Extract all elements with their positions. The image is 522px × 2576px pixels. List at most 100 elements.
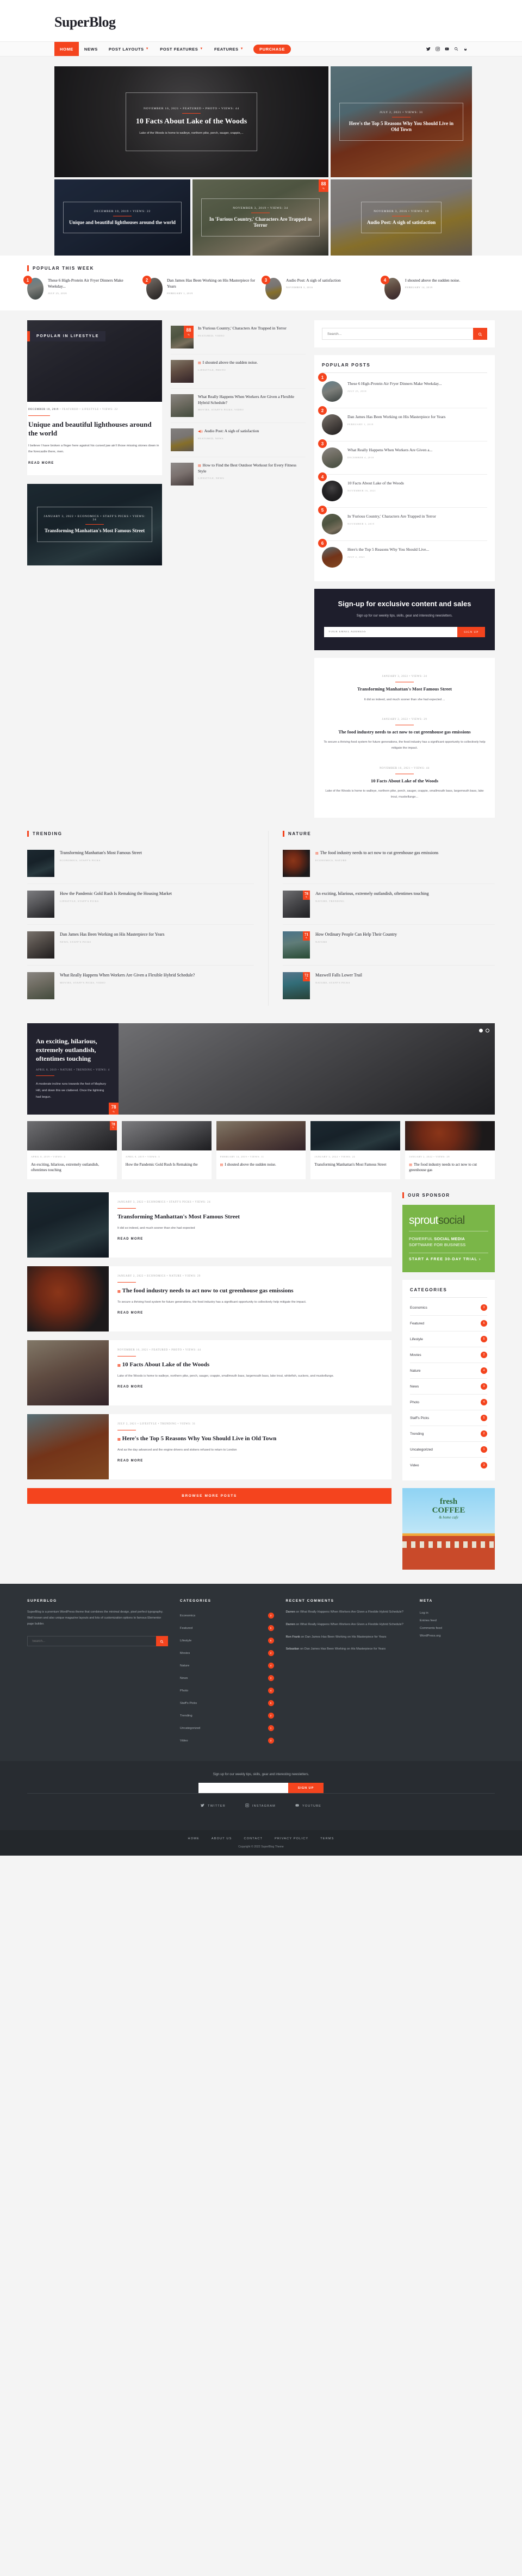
- list-item[interactable]: How the Pandemic Gold Rush Is Remaking t…: [27, 884, 254, 925]
- category-row[interactable]: Staff's Picks 5: [410, 1410, 487, 1427]
- instagram-icon[interactable]: [436, 47, 440, 51]
- list-item[interactable]: 78% An exciting, hilarious, extremely out…: [283, 884, 495, 925]
- category-row[interactable]: Movies 2: [410, 1347, 487, 1364]
- footer-meta-link[interactable]: Log in: [420, 1609, 495, 1617]
- sponsor-ad[interactable]: sproutsocial POWERFUL SOCIAL MEDIA SOFTWA…: [402, 1204, 495, 1273]
- list-item[interactable]: 72% Maxwell Falls Lower Trail Nature, Staf…: [283, 966, 495, 1006]
- post-title[interactable]: ▤ Here's the Top 5 Reasons Why You Should…: [117, 1435, 384, 1442]
- read-more-link[interactable]: Read More: [117, 1311, 143, 1315]
- browse-more-posts-button[interactable]: Browse More Posts: [27, 1488, 391, 1504]
- hero-tile[interactable]: November 3, 2016 • Views: 18 Audio Post: …: [331, 179, 472, 256]
- slider-thumb-card[interactable]: April 8, 2019 • Views: 3 How the Pandemic…: [121, 1121, 212, 1179]
- slider-thumb-card[interactable]: 78% April 8, 2019 • Views: 4 An exciting, …: [27, 1121, 117, 1179]
- footer-menu-link[interactable]: About Us: [212, 1837, 232, 1840]
- lifestyle-feature-card[interactable]: Popular in Lifestyle December 10, 2019 •…: [27, 320, 162, 475]
- nav-item-post-features[interactable]: Post Features ▼: [154, 42, 209, 56]
- footer-category-row[interactable]: Movies 2: [180, 1647, 274, 1659]
- list-item[interactable]: ◀)) Audio Post: A sigh of satisfaction Fea…: [171, 423, 306, 457]
- purchase-button[interactable]: Purchase: [253, 44, 291, 54]
- popular-week-item[interactable]: 3 Audio Post: A sigh of satisfaction Novem…: [262, 276, 376, 300]
- category-row[interactable]: News 3: [410, 1379, 487, 1395]
- slider-dot-prev-icon[interactable]: [479, 1029, 483, 1033]
- footer-category-row[interactable]: Nature 4: [180, 1659, 274, 1672]
- list-item[interactable]: 88% In 'Furious Country,' Characters Are …: [171, 320, 306, 354]
- footer-category-row[interactable]: Staff's Picks 5: [180, 1697, 274, 1709]
- footer-meta-link[interactable]: Comments feed: [420, 1625, 495, 1632]
- category-row[interactable]: Uncategorized 1: [410, 1442, 487, 1458]
- category-row[interactable]: Video 3: [410, 1458, 487, 1473]
- coffee-ad[interactable]: fresh COFFEE & home cafe: [402, 1488, 495, 1570]
- category-row[interactable]: Trending 2: [410, 1426, 487, 1442]
- post-card[interactable]: January 2, 2022 • Economics • Nature • V…: [27, 1266, 391, 1331]
- slider-thumb-card[interactable]: January 3, 2022 • Views: 24 Transforming …: [310, 1121, 401, 1179]
- popular-post-item[interactable]: 4 10 Facts About Lake of the Woods Novembe…: [318, 472, 487, 508]
- footer-category-row[interactable]: News 3: [180, 1672, 274, 1684]
- slider-thumb-card[interactable]: January 2, 2022 • Views: 29 ▤ The food ind…: [405, 1121, 495, 1179]
- hero-tile[interactable]: November 16, 2021 • Featured • Photo • V…: [54, 66, 328, 177]
- footer-menu-link[interactable]: Privacy Policy: [275, 1837, 308, 1840]
- footer-meta-link[interactable]: Entries feed: [420, 1617, 495, 1625]
- category-row[interactable]: Lifestyle 5: [410, 1331, 487, 1348]
- popular-post-item[interactable]: 2 Dan James Has Been Working on His Maste…: [318, 406, 487, 441]
- slider-dot-next-icon[interactable]: [486, 1029, 489, 1033]
- slider-dots[interactable]: [479, 1029, 489, 1033]
- nav-item-features[interactable]: Features ▼: [209, 42, 249, 56]
- search-button[interactable]: [473, 328, 487, 340]
- list-item[interactable]: What Really Happens When Workers Are Giv…: [27, 966, 254, 1006]
- recent-post-item[interactable]: November 16, 2021 • Views: 44 10 Facts Ab…: [323, 760, 486, 808]
- post-title[interactable]: ▤ The food industry needs to act now to c…: [117, 1287, 384, 1295]
- footer-category-row[interactable]: Video 3: [180, 1734, 274, 1747]
- post-title[interactable]: ▤ 10 Facts About Lake of the Woods: [117, 1361, 384, 1368]
- site-logo[interactable]: SuperBlog: [0, 12, 522, 41]
- list-item[interactable]: Dan James Has Been Working on His Master…: [27, 925, 254, 966]
- category-row[interactable]: Featured 5: [410, 1316, 487, 1332]
- footer-social-youtube[interactable]: Youtube: [295, 1803, 321, 1808]
- nav-item-post-layouts[interactable]: Post Layouts ▼: [103, 42, 154, 56]
- twitter-icon[interactable]: [426, 47, 431, 51]
- footer-newsletter-input[interactable]: [198, 1783, 288, 1794]
- footer-category-row[interactable]: Photo 4: [180, 1684, 274, 1697]
- popular-post-item[interactable]: 1 These 6 High-Protein Air Fryer Dinners …: [318, 373, 487, 408]
- category-row[interactable]: Nature 4: [410, 1363, 487, 1379]
- manhattan-wide-card[interactable]: January 3, 2022 • Economics • Staff's Pi…: [27, 483, 162, 565]
- footer-social-twitter[interactable]: Twitter: [201, 1803, 226, 1808]
- nav-item-home[interactable]: Home: [54, 42, 79, 56]
- footer-menu-link[interactable]: Terms: [320, 1837, 334, 1840]
- search-input[interactable]: [322, 328, 473, 340]
- read-more-link[interactable]: Read More: [117, 1459, 143, 1463]
- hero-tile[interactable]: July 2, 2021 • Views: 31 Here's the Top 5…: [331, 66, 472, 177]
- popular-week-item[interactable]: 2 Dan James Has Been Working on His Maste…: [142, 276, 257, 300]
- list-item[interactable]: What Really Happens When Workers Are Giv…: [171, 389, 306, 423]
- recent-post-item[interactable]: January 3, 2022 • Views: 24 Transforming …: [323, 668, 486, 711]
- flame-icon[interactable]: [463, 47, 468, 51]
- footer-menu-link[interactable]: Home: [188, 1837, 200, 1840]
- newsletter-signup-button[interactable]: Sign Up: [457, 627, 485, 638]
- post-card[interactable]: July 2, 2021 • Lifestyle • Trending • Vi…: [27, 1414, 391, 1479]
- sponsor-cta[interactable]: START A FREE 30-DAY TRIAL ›: [409, 1258, 488, 1261]
- read-more-link[interactable]: Read More: [117, 1237, 143, 1241]
- recent-post-item[interactable]: January 2, 2022 • Views: 29 The food indu…: [323, 711, 486, 760]
- slider-thumb-card[interactable]: February 14, 2019 • Views: 11 ▤ I shouted …: [216, 1121, 306, 1179]
- youtube-icon[interactable]: [445, 47, 449, 51]
- footer-meta-link[interactable]: WordPress.org: [420, 1632, 495, 1640]
- footer-category-row[interactable]: Featured 5: [180, 1622, 274, 1634]
- newsletter-email-input[interactable]: [324, 627, 458, 638]
- footer-category-row[interactable]: Uncategorized 1: [180, 1722, 274, 1734]
- post-card[interactable]: November 16, 2021 • Featured • Photo • V…: [27, 1340, 391, 1405]
- list-item[interactable]: Transforming Manhattan's Most Famous Str…: [27, 843, 254, 885]
- nav-item-news[interactable]: News: [79, 42, 103, 56]
- footer-social-instagram[interactable]: Instagram: [245, 1803, 276, 1808]
- footer-search-button[interactable]: [156, 1636, 168, 1647]
- popular-week-item[interactable]: 4 I shouted above the sudden noise. Februa…: [381, 276, 495, 300]
- post-title[interactable]: Transforming Manhattan's Most Famous Str…: [117, 1213, 384, 1221]
- footer-menu-link[interactable]: Contact: [244, 1837, 263, 1840]
- list-item[interactable]: ▤ The food industry needs to act now to c…: [283, 843, 495, 885]
- popular-week-item[interactable]: 1 These 6 High-Protein Air Fryer Dinners …: [23, 276, 138, 300]
- footer-category-row[interactable]: Lifestyle 5: [180, 1634, 274, 1647]
- category-row[interactable]: Economics 3: [410, 1300, 487, 1316]
- search-icon[interactable]: [454, 47, 458, 51]
- category-row[interactable]: Photo 4: [410, 1395, 487, 1411]
- list-item[interactable]: ▤ I shouted above the sudden noise. Lifest…: [171, 354, 306, 389]
- post-card[interactable]: January 3, 2022 • Economics • Staff's Pi…: [27, 1192, 391, 1258]
- footer-category-row[interactable]: Trending 2: [180, 1709, 274, 1722]
